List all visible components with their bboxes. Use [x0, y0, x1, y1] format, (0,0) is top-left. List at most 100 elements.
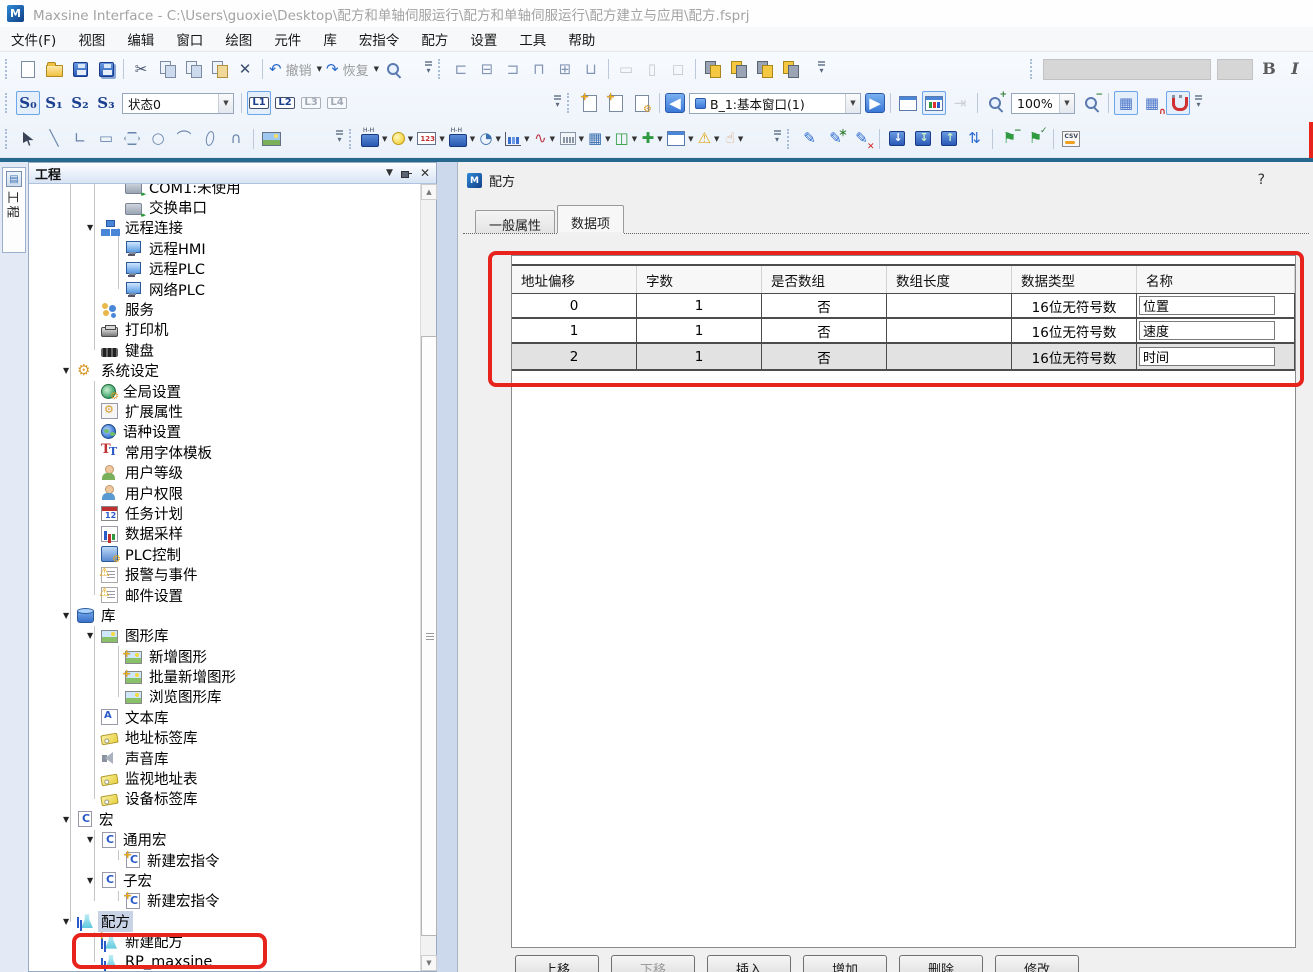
draw-line-button[interactable]: ╲ [42, 127, 66, 151]
tree-item-10[interactable]: 全局设置 [29, 381, 420, 401]
compile-stop-button[interactable]: ✎✕ [850, 127, 874, 151]
toolbar-overflow-icon[interactable]: ▾ [774, 133, 781, 143]
draw-arc-button[interactable]: ⌒ [172, 127, 196, 151]
zoom-combo[interactable]: 100%▼ [1011, 93, 1075, 114]
toolbar-overflow-icon[interactable]: ▾ [336, 133, 343, 143]
tree-expand-icon[interactable]: ▼ [87, 631, 101, 640]
draw-polyline-button[interactable]: ∟ [68, 127, 92, 151]
help-button[interactable]: ? [1258, 172, 1265, 188]
grid-toggle-button[interactable]: ▦ [1114, 91, 1138, 115]
menu-item-1[interactable]: 视图 [67, 26, 116, 52]
panel-menu-icon[interactable]: ▼ [386, 168, 393, 178]
menu-item-7[interactable]: 宏指令 [348, 26, 411, 52]
state-s3-button[interactable]: S₃ [94, 91, 118, 115]
draw-ellipse-button[interactable]: ○ [146, 127, 170, 151]
touch-trigger-button[interactable]: ☝▼ [723, 127, 747, 151]
tree-item-1[interactable]: 交换串口 [29, 197, 420, 217]
font-family-combo[interactable]: ▼ [1043, 59, 1211, 80]
tree-item-18[interactable]: PLC控制 [29, 544, 420, 564]
state-s0-button[interactable]: S₀ [16, 91, 40, 115]
language-l1-button[interactable]: L1 [247, 91, 271, 115]
draw-rectangle-button[interactable]: ▭ [94, 127, 118, 151]
tree-item-21[interactable]: ▼库 [29, 605, 420, 625]
toolbar-grip[interactable] [5, 129, 10, 149]
download-button[interactable] [885, 127, 909, 151]
bar-graph-button[interactable]: ▼ [504, 127, 530, 151]
table-row-0[interactable]: 01否16位无符号数 [512, 294, 1295, 319]
tree-item-22[interactable]: ▼图形库 [29, 626, 420, 646]
toolbar-grip[interactable] [1030, 59, 1035, 79]
menu-item-9[interactable]: 设置 [459, 26, 508, 52]
meter-button[interactable]: ▼ [559, 127, 585, 151]
send-backward-button[interactable] [779, 57, 803, 81]
toolbar-grip[interactable] [438, 59, 443, 79]
table-row-1[interactable]: 11否16位无符号数 [512, 319, 1295, 344]
move-up-button[interactable]: 上移 [515, 955, 599, 972]
tree-item-14[interactable]: 用户等级 [29, 462, 420, 482]
tree-item-26[interactable]: 文本库 [29, 707, 420, 727]
table-row-2[interactable]: 21否16位无符号数 [512, 344, 1295, 369]
window-properties-button[interactable] [630, 91, 654, 115]
tree-item-5[interactable]: 网络PLC [29, 279, 420, 299]
toolbar-grip[interactable] [5, 93, 10, 113]
tree-item-28[interactable]: 声音库 [29, 748, 420, 768]
insert-button[interactable]: 插入 [707, 955, 791, 972]
tree-expand-icon[interactable]: ▼ [63, 366, 77, 375]
new-window-button[interactable] [578, 91, 602, 115]
tree-item-31[interactable]: ▼宏 [29, 809, 420, 829]
delete-button[interactable]: ✕ [233, 57, 257, 81]
scrollbar-thumb[interactable] [421, 336, 437, 936]
menu-item-3[interactable]: 窗口 [165, 26, 214, 52]
save-all-button[interactable] [94, 57, 118, 81]
next-window-button[interactable]: ▶ [865, 93, 885, 113]
tab-general-properties[interactable]: 一般属性 [475, 210, 555, 233]
toolbar-overflow-icon[interactable]: ▾ [1195, 98, 1202, 108]
menu-item-0[interactable]: 文件(F) [0, 26, 67, 52]
insert-image-button[interactable] [259, 127, 283, 151]
same-size-button[interactable]: ◻ [666, 57, 690, 81]
grid-snap-button[interactable]: ▦ [1140, 91, 1164, 115]
add-button[interactable]: 增加 [803, 955, 887, 972]
close-icon[interactable]: ✕ [420, 167, 430, 179]
tree-item-4[interactable]: 远程PLC [29, 259, 420, 279]
numeric-display-button[interactable]: ▼ [416, 127, 445, 151]
same-height-button[interactable]: ▯ [640, 57, 664, 81]
tree-expand-icon[interactable]: ▼ [87, 835, 101, 844]
bring-forward-button[interactable] [753, 57, 777, 81]
draw-arch-button[interactable]: ∩ [224, 127, 248, 151]
window-view-button[interactable] [896, 91, 920, 115]
toolbar-grip[interactable] [787, 129, 792, 149]
cut-button[interactable]: ✂ [129, 57, 153, 81]
align-bottom-button[interactable]: ⊔ [579, 57, 603, 81]
bring-to-front-button[interactable] [701, 57, 725, 81]
tree-item-34[interactable]: ▼子宏 [29, 870, 420, 890]
valve-button[interactable]: ◫▼ [614, 127, 639, 151]
draw-sector-button[interactable] [198, 127, 222, 151]
align-right-button[interactable]: ⊐ [501, 57, 525, 81]
toolbar-grip[interactable] [567, 93, 572, 113]
align-vcenter-button[interactable]: ⊟ [475, 57, 499, 81]
toolbar-overflow-icon[interactable]: ▾ [818, 64, 825, 74]
menu-item-5[interactable]: 元件 [263, 26, 312, 52]
online-simulation-button[interactable]: ⚑✓ [1024, 127, 1048, 151]
tree-item-37[interactable]: +新建配方 [29, 931, 420, 951]
indicator-lamp-button[interactable]: ▼ [390, 127, 414, 151]
previous-window-button[interactable]: ◀ [665, 93, 685, 113]
window-insert-button[interactable]: ⇥ [948, 91, 972, 115]
tree-item-7[interactable]: 打印机 [29, 320, 420, 340]
compile-all-button[interactable]: ✎＊ [824, 127, 848, 151]
item-name-input[interactable] [1139, 347, 1275, 366]
zoom-out-button[interactable]: − [1079, 91, 1103, 115]
copy-button[interactable] [155, 57, 179, 81]
send-to-back-button[interactable] [727, 57, 751, 81]
scroll-up-icon[interactable]: ▲ [421, 184, 437, 200]
align-top-button[interactable]: ⊓ [527, 57, 551, 81]
draw-polygon-button[interactable] [120, 127, 144, 151]
state-s1-button[interactable]: S₁ [42, 91, 66, 115]
trend-curve-button[interactable]: ∿▼ [533, 127, 557, 151]
italic-button[interactable]: I [1283, 57, 1307, 81]
menu-item-10[interactable]: 工具 [508, 26, 557, 52]
toolbar-grip[interactable] [349, 129, 354, 149]
tree-item-32[interactable]: ▼通用宏 [29, 830, 420, 850]
compile-button[interactable]: ✎ [798, 127, 822, 151]
